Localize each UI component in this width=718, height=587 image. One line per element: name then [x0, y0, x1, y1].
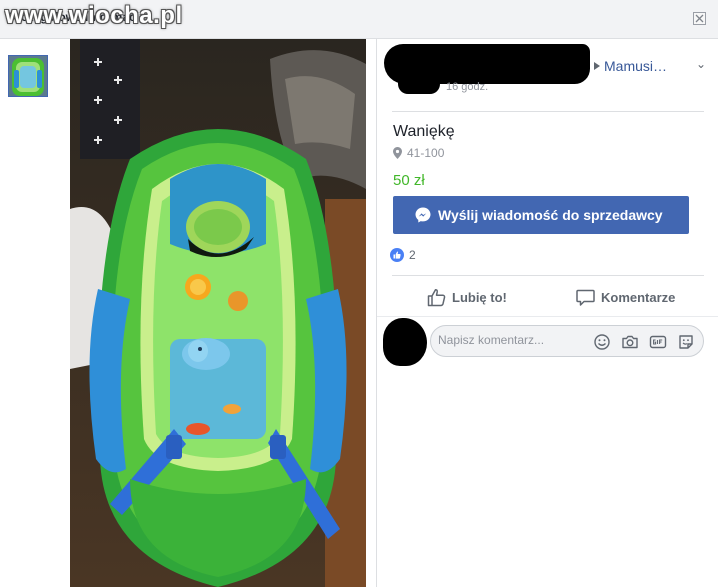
messenger-icon	[415, 207, 431, 223]
chevron-down-icon[interactable]: ⌄	[696, 57, 706, 71]
group-link[interactable]: Mamusi…	[604, 58, 667, 74]
like-reaction-icon[interactable]	[390, 248, 404, 262]
comment-field[interactable]	[430, 325, 704, 357]
avatar[interactable]	[383, 318, 427, 366]
like-label: Lubię to!	[452, 290, 507, 305]
gif-icon[interactable]	[649, 333, 667, 351]
close-icon	[695, 14, 704, 23]
close-button[interactable]	[693, 12, 706, 25]
thumbnail-strip	[0, 39, 70, 587]
camera-icon[interactable]	[621, 333, 639, 351]
thumbs-up-icon	[393, 251, 401, 259]
dialog-header: Szczegółowe informacje www.wiocha.pl	[0, 0, 718, 39]
photo-gutter	[366, 39, 376, 587]
divider	[392, 275, 704, 276]
emoji-icon[interactable]	[593, 333, 611, 351]
divider	[377, 316, 718, 317]
thumbnail-image	[9, 56, 47, 96]
arrow-right-icon	[594, 62, 600, 70]
divider	[392, 111, 704, 112]
listing-price: 50 zł	[393, 172, 425, 189]
listing-title: Waniękę	[393, 123, 455, 140]
comment-button[interactable]: Komentarze	[576, 288, 675, 310]
like-button[interactable]: Lubię to!	[427, 288, 507, 310]
message-seller-button[interactable]: Wyślij wiadomość do sprzedawcy	[393, 196, 689, 234]
baby-bath-image	[70, 39, 366, 587]
comment-label: Komentarze	[601, 290, 676, 305]
post-time[interactable]: 16 godz.	[446, 81, 488, 93]
listing-location: 41-100	[407, 146, 445, 160]
listing-photo[interactable]	[70, 39, 366, 587]
post-details-panel	[377, 39, 718, 587]
sticker-icon[interactable]	[677, 333, 695, 351]
comment-icon	[576, 289, 595, 306]
like-count[interactable]: 2	[409, 248, 416, 262]
message-seller-label: Wyślij wiadomość do sprzedawcy	[438, 207, 663, 223]
location-pin-icon	[393, 147, 402, 159]
watermark: www.wiocha.pl	[5, 2, 183, 29]
comment-input[interactable]	[438, 333, 578, 347]
redacted-author-tail	[398, 76, 440, 94]
thumbs-up-outline-icon	[427, 289, 446, 307]
photo-thumbnail[interactable]	[8, 55, 48, 97]
